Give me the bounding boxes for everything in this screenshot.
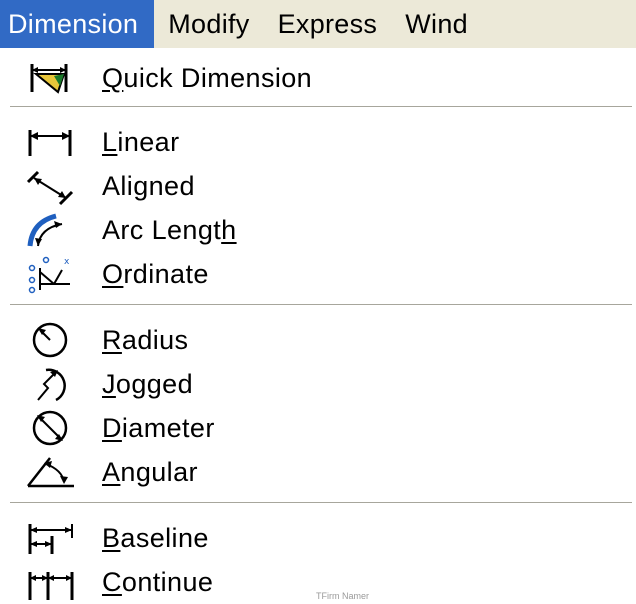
menu-item-quick-dimension[interactable]: Quick Dimension xyxy=(0,56,636,100)
menu-item-jogged[interactable]: Jogged xyxy=(0,362,636,406)
menu-item-diameter[interactable]: Diameter xyxy=(0,406,636,450)
radius-icon xyxy=(20,318,82,362)
separator xyxy=(10,106,632,108)
menu-bar: Dimension Modify Express Wind xyxy=(0,0,636,49)
menu-item-label: Angular xyxy=(102,456,198,487)
menu-express[interactable]: Express xyxy=(264,0,392,48)
menu-modify[interactable]: Modify xyxy=(154,0,263,48)
separator xyxy=(10,502,632,504)
menu-item-radius[interactable]: Radius xyxy=(0,318,636,362)
ordinate-icon: x xyxy=(20,252,82,296)
arc-length-icon xyxy=(20,208,82,252)
menu-item-linear[interactable]: Linear xyxy=(0,120,636,164)
menu-item-label: Diameter xyxy=(102,412,215,443)
menu-item-ordinate[interactable]: x Ordinate xyxy=(0,252,636,296)
menu-item-label: Ordinate xyxy=(102,258,209,289)
menu-item-label: Linear xyxy=(102,126,180,157)
angular-icon xyxy=(20,450,82,494)
menu-item-arc-length[interactable]: Arc Length xyxy=(0,208,636,252)
baseline-icon xyxy=(20,516,82,560)
menu-item-baseline[interactable]: Baseline xyxy=(0,516,636,560)
watermark: TFirm Namer xyxy=(316,591,369,601)
jogged-icon xyxy=(20,362,82,406)
linear-dimension-icon xyxy=(20,120,82,164)
continue-icon xyxy=(20,560,82,604)
menu-window[interactable]: Wind xyxy=(391,0,482,48)
menu-item-label: Aligned xyxy=(102,170,195,201)
menu-item-label: Radius xyxy=(102,324,189,355)
svg-text:x: x xyxy=(64,257,70,267)
menu-item-aligned[interactable]: Aligned xyxy=(0,164,636,208)
menu-item-label: Arc Length xyxy=(102,214,237,245)
menu-item-label: Jogged xyxy=(102,368,193,399)
menu-dimension[interactable]: Dimension xyxy=(0,0,155,48)
quick-dimension-icon xyxy=(20,56,82,100)
menu-item-label: Continue xyxy=(102,566,214,597)
aligned-dimension-icon xyxy=(20,164,82,208)
separator xyxy=(10,304,632,306)
diameter-icon xyxy=(20,406,82,450)
dimension-dropdown: Quick Dimension Linear Aligned Arc Lengt… xyxy=(0,48,636,600)
menu-item-label: Quick Dimension xyxy=(102,62,313,93)
menu-item-label: Baseline xyxy=(102,522,209,553)
menu-item-angular[interactable]: Angular xyxy=(0,450,636,494)
